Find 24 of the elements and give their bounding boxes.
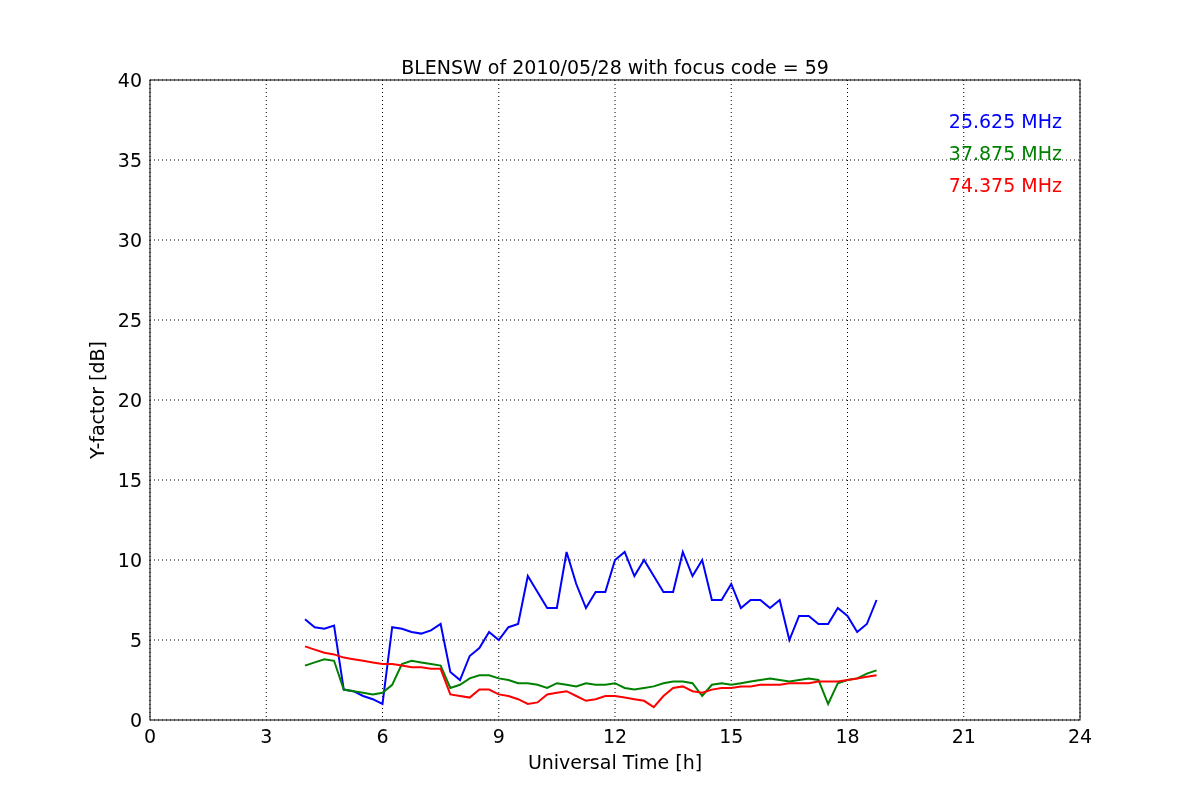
y-tick-label: 0 (129, 709, 142, 731)
x-tick-label: 12 (602, 725, 628, 747)
x-tick-label: 0 (143, 725, 157, 747)
x-tick-label: 3 (260, 725, 273, 747)
y-tick-label: 5 (129, 629, 142, 651)
x-tick-label: 9 (492, 725, 505, 747)
x-tick-label: 21 (951, 725, 976, 747)
x-tick-label: 18 (835, 725, 860, 747)
y-tick-label: 10 (117, 549, 142, 571)
legend-label: 25.625 MHz (948, 110, 1062, 132)
y-tick-label: 40 (117, 69, 142, 91)
x-tick-label: 6 (376, 725, 389, 747)
y-tick-label: 35 (117, 149, 142, 171)
x-tick-label: 15 (719, 725, 744, 747)
x-axis-label: Universal Time [h] (527, 751, 703, 773)
chart-title: BLENSW of 2010/05/28 with focus code = 59 (401, 56, 829, 78)
y-tick-label: 15 (117, 469, 142, 491)
y-tick-label: 20 (117, 389, 142, 411)
y-tick-label: 30 (117, 229, 142, 251)
y-axis-label: Y-factor [dB] (86, 341, 108, 459)
y-tick-label: 25 (117, 309, 142, 331)
x-tick-label: 24 (1067, 725, 1093, 747)
legend-label: 37.875 MHz (948, 142, 1062, 164)
legend-label: 74.375 MHz (948, 174, 1062, 196)
